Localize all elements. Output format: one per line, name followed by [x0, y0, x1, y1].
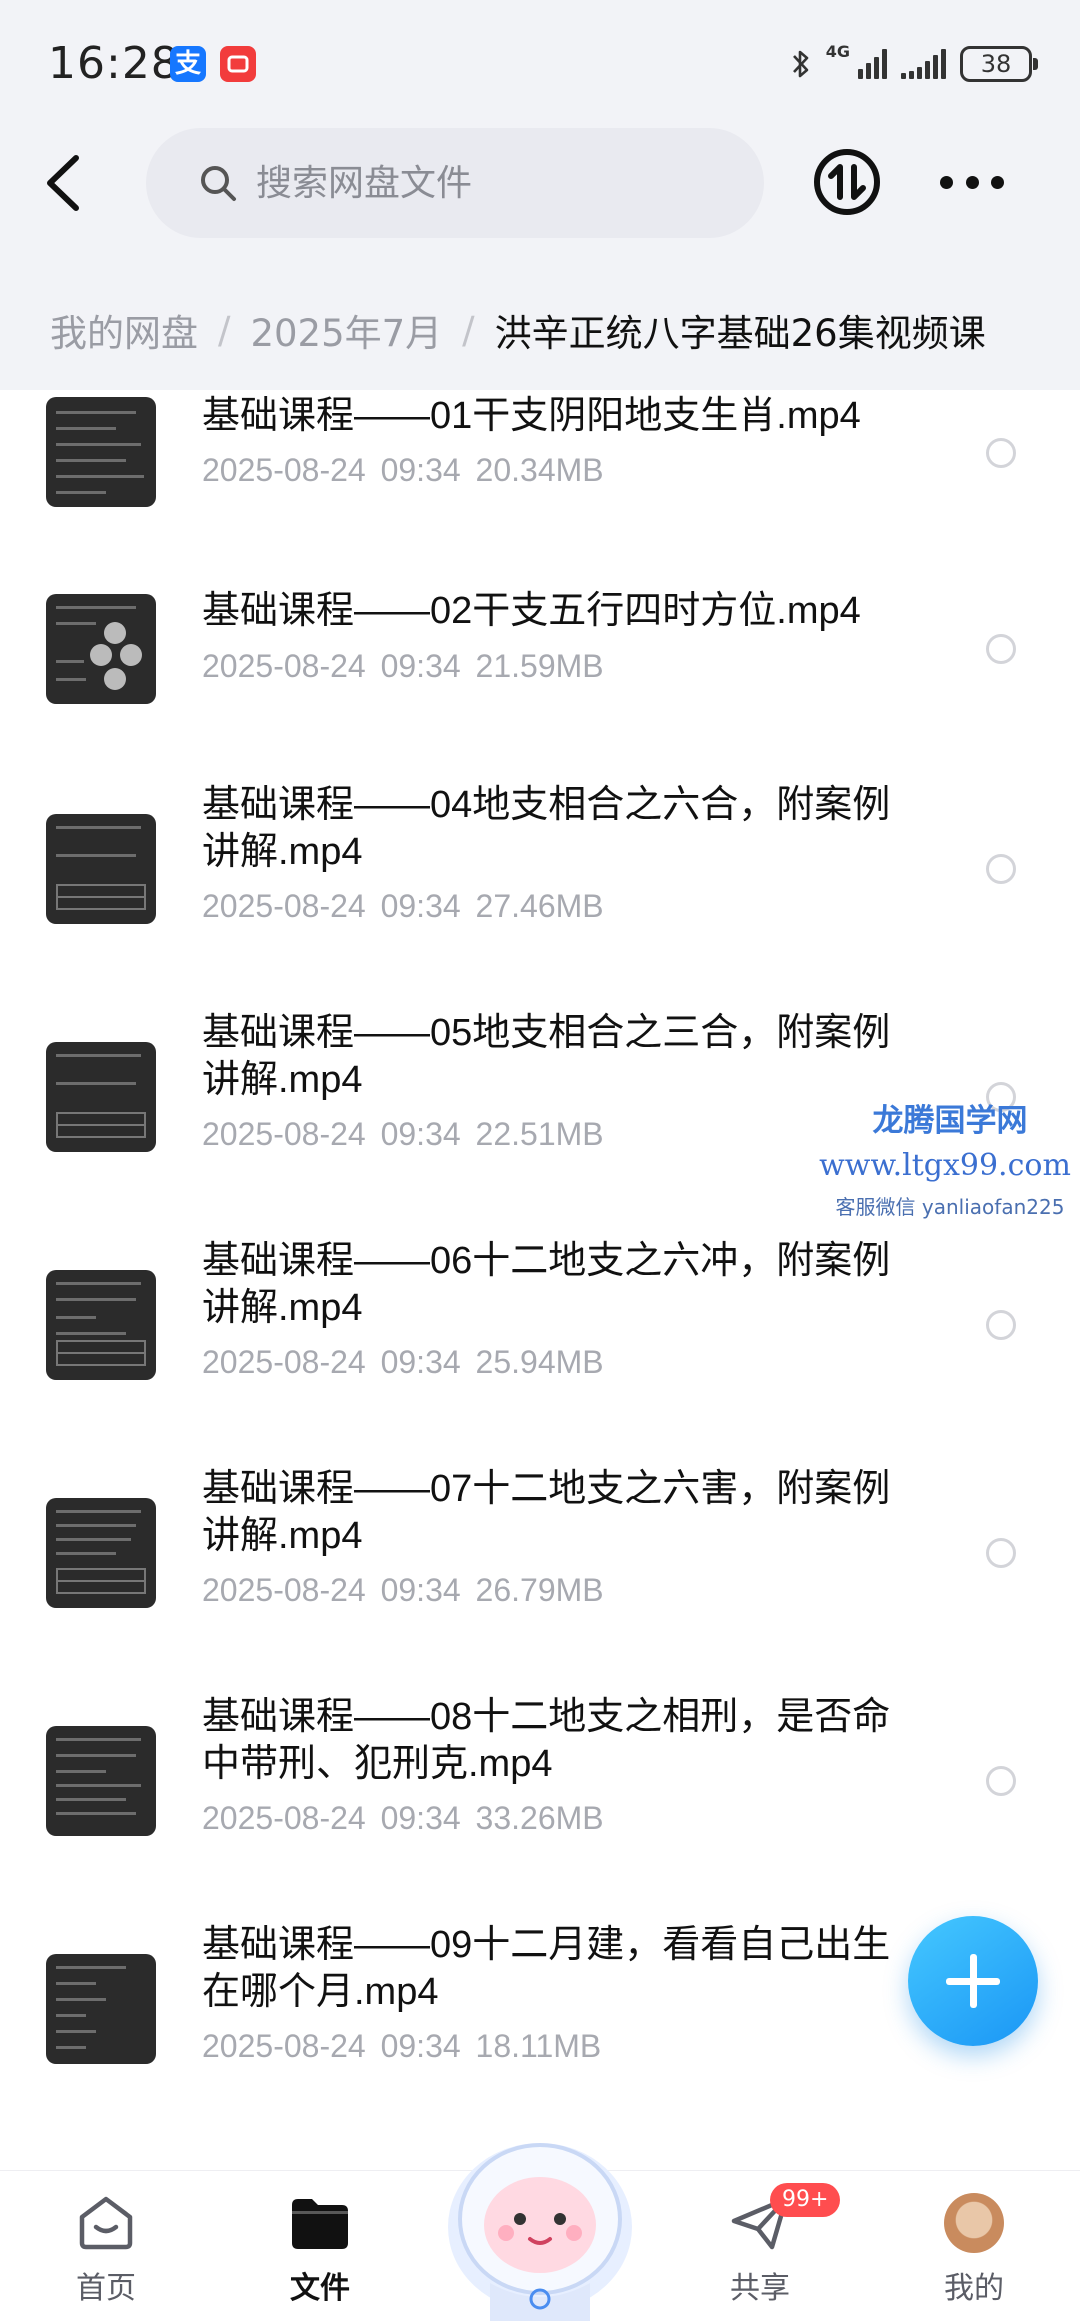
- back-button[interactable]: [36, 150, 96, 216]
- select-checkbox[interactable]: [986, 634, 1016, 664]
- video-thumbnail: [46, 1498, 156, 1608]
- file-name: 基础课程——05地支相合之三合，附案例讲解.mp4: [202, 1012, 891, 1101]
- signal-icon-1: [858, 49, 887, 79]
- app-screen: 16:28 支 4G 38 搜索网盘文件 我的网盘 / 2025年7月 / 洪辛…: [0, 0, 1080, 2324]
- select-checkbox[interactable]: [986, 854, 1016, 884]
- nav-item-share[interactable]: 99+ 共享: [690, 2171, 841, 2324]
- bluetooth-icon: [792, 50, 809, 78]
- video-thumbnail: [46, 814, 156, 924]
- file-name: 基础课程——08十二地支之相刑，是否命中带刑、犯刑克.mp4: [202, 1696, 891, 1785]
- file-meta: 2025-08-24 09:34 18.11MB: [202, 2028, 601, 2065]
- nav-label: 我的: [944, 2271, 1004, 2306]
- status-time: 16:28: [48, 38, 180, 89]
- select-checkbox[interactable]: [986, 1766, 1016, 1796]
- breadcrumb-item-current: 洪辛正统八字基础26集视频课: [494, 312, 986, 355]
- file-name: 基础课程——04地支相合之六合，附案例讲解.mp4: [202, 784, 891, 873]
- battery-icon: 38: [960, 46, 1038, 82]
- home-icon: [79, 2196, 133, 2250]
- file-size: 21.59MB: [475, 648, 604, 684]
- nav-item-me[interactable]: 我的: [904, 2171, 1044, 2324]
- search-input[interactable]: [256, 162, 696, 204]
- more-dot-icon: [991, 175, 1004, 189]
- file-size: 18.11MB: [475, 2028, 602, 2064]
- notification-app-icon: [220, 46, 256, 82]
- nav-item-home[interactable]: 首页: [36, 2171, 176, 2324]
- file-time: 09:34: [380, 2028, 461, 2064]
- file-list-item[interactable]: 基础课程——08十二地支之相刑，是否命中带刑、犯刑克.mp4 2025-08-2…: [0, 1602, 1080, 1836]
- network-type-label: 4G: [825, 42, 850, 61]
- file-list-item[interactable]: 基础课程——02干支五行四时方位.mp4 2025-08-24 09:34 21…: [0, 462, 1080, 704]
- breadcrumb-separator: /: [218, 308, 231, 352]
- breadcrumb-item-month[interactable]: 2025年7月: [250, 303, 442, 357]
- more-dot-icon: [965, 175, 979, 189]
- watermark-contact: 客服微信 yanliaofan225: [835, 1195, 1065, 1219]
- avatar: [944, 2193, 1004, 2253]
- alipay-icon: 支: [170, 46, 206, 82]
- file-time: 09:34: [380, 648, 461, 684]
- file-name: 基础课程——01干支阴阳地支生肖.mp4: [202, 395, 861, 437]
- video-thumbnail: [46, 594, 156, 704]
- nav-label: 文件: [290, 2271, 350, 2306]
- file-name: 基础课程——09十二月建，看看自己出生在哪个月.mp4: [202, 1924, 891, 2013]
- breadcrumb-item-root[interactable]: 我的网盘: [50, 303, 198, 357]
- nav-label: 首页: [76, 2271, 136, 2306]
- video-thumbnail: [46, 1954, 156, 2064]
- nav-item-files[interactable]: 文件: [250, 2171, 390, 2324]
- video-thumbnail: [46, 1270, 156, 1380]
- video-thumbnail: [46, 1042, 156, 1152]
- assistant-mascot-button[interactable]: [436, 2107, 644, 2321]
- file-name: 基础课程——07十二地支之六害，附案例讲解.mp4: [202, 1468, 891, 1557]
- file-name: 基础课程——06十二地支之六冲，附案例讲解.mp4: [202, 1240, 891, 1329]
- video-thumbnail: [46, 1726, 156, 1836]
- file-list: 基础课程——01干支阴阳地支生肖.mp4 2025-08-24 09:34 20…: [0, 390, 1080, 2170]
- bottom-nav: 首页 文件 99+ 共享 我的: [0, 2143, 1080, 2324]
- watermark: 龙腾国学网 www.ltgx99.com 客服微信 yanliaofan225: [819, 1095, 1080, 1220]
- mascot-icon: [448, 2143, 632, 2321]
- signal-icon-2: [901, 49, 946, 79]
- file-date: 2025-08-24: [202, 648, 366, 684]
- search-bar[interactable]: [146, 128, 764, 238]
- status-bar: 16:28 支 4G 38: [0, 0, 1080, 120]
- watermark-title: 龙腾国学网: [872, 1103, 1028, 1139]
- folder-icon: [292, 2199, 348, 2249]
- breadcrumb: 我的网盘 / 2025年7月 / 洪辛正统八字基础26集视频课: [0, 270, 1080, 390]
- add-button[interactable]: [908, 1916, 1038, 2046]
- more-options-button[interactable]: [940, 150, 1004, 214]
- select-checkbox[interactable]: [986, 1538, 1016, 1568]
- file-name: 基础课程——02干支五行四时方位.mp4: [202, 590, 861, 632]
- nav-label: 共享: [730, 2271, 790, 2306]
- watermark-url: www.ltgx99.com: [819, 1148, 1071, 1183]
- status-indicators: 4G 38: [790, 42, 1038, 86]
- file-date: 2025-08-24: [202, 2028, 366, 2064]
- transfer-arrows-icon: [814, 149, 880, 215]
- breadcrumb-separator: /: [462, 308, 475, 352]
- search-icon: [201, 166, 236, 201]
- file-list-item[interactable]: 基础课程——04地支相合之六合，附案例讲解.mp4 2025-08-24 09:…: [0, 690, 1080, 924]
- file-meta: 2025-08-24 09:34 21.59MB: [202, 648, 604, 685]
- share-badge: 99+: [770, 2183, 841, 2217]
- select-checkbox[interactable]: [986, 1310, 1016, 1340]
- chevron-left-icon: [47, 155, 79, 211]
- file-list-item[interactable]: 基础课程——07十二地支之六害，附案例讲解.mp4 2025-08-24 09:…: [0, 1374, 1080, 1608]
- header-bar: [0, 120, 1080, 270]
- more-dot-icon: [940, 175, 953, 189]
- transfer-list-button[interactable]: [812, 147, 882, 217]
